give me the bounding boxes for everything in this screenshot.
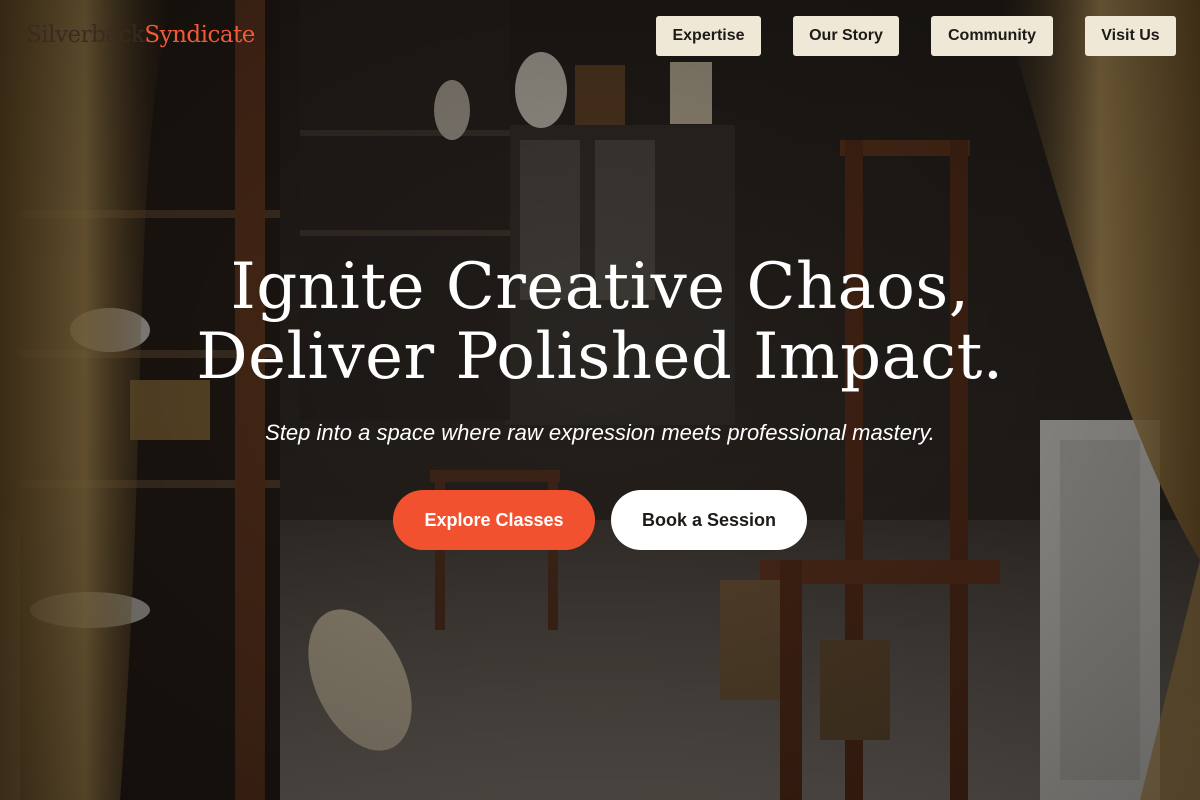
book-session-button[interactable]: Book a Session — [611, 490, 807, 550]
hero-title: Ignite Creative Chaos, Deliver Polished … — [0, 252, 1200, 392]
dark-overlay — [0, 0, 1200, 800]
nav-item-visit-us[interactable]: Visit Us — [1085, 16, 1176, 56]
brand-name-part2: Syndicate — [144, 22, 255, 48]
nav-item-expertise[interactable]: Expertise — [656, 16, 761, 56]
nav-item-community[interactable]: Community — [931, 16, 1053, 56]
hero-title-line1: Ignite Creative Chaos, — [230, 250, 970, 324]
nav-item-our-story[interactable]: Our Story — [793, 16, 899, 56]
explore-classes-button[interactable]: Explore Classes — [393, 490, 595, 550]
hero-subtitle: Step into a space where raw expression m… — [265, 420, 935, 445]
brand-name-part1: Silverback — [26, 22, 145, 48]
hero-title-line2: Deliver Polished Impact. — [196, 320, 1004, 394]
brand-logo[interactable]: SilverbackSyndicate — [26, 22, 255, 48]
